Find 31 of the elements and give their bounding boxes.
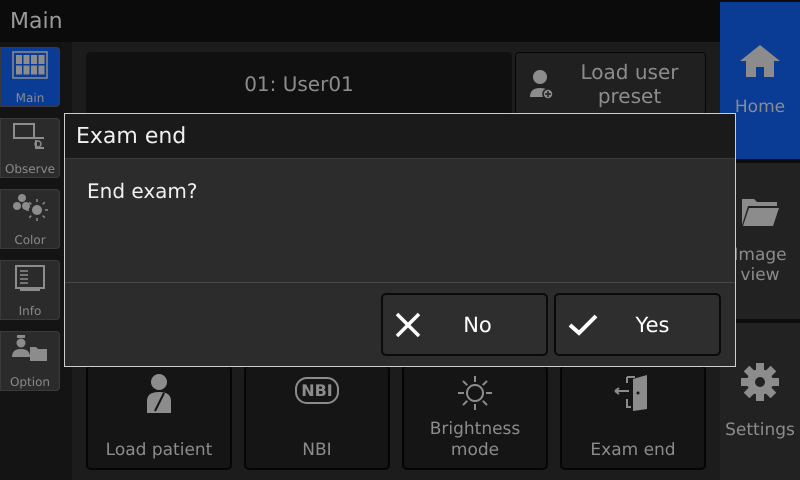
nav-button[interactable]: Home — [720, 2, 800, 159]
screen-title: Main — [10, 8, 63, 34]
action-button[interactable]: Exam end — [560, 365, 706, 470]
home-icon — [738, 43, 782, 80]
sun-icon — [455, 373, 495, 413]
dialog-button[interactable]: No — [381, 293, 548, 356]
dialog-button[interactable]: Yes — [554, 293, 721, 356]
dialog-title: Exam end — [76, 124, 186, 148]
nbi-logo: NBI — [295, 377, 339, 404]
sidebar-tab[interactable]: Info — [0, 260, 60, 320]
doctor-folder-icon — [10, 335, 50, 363]
settings-icon — [740, 362, 780, 402]
user-add-icon — [530, 68, 554, 98]
sidebar-tab[interactable]: Option — [0, 331, 60, 391]
sidebar-tab[interactable]: Observe — [0, 118, 60, 178]
folder-icon — [740, 196, 780, 227]
close-icon — [395, 312, 421, 338]
action-button[interactable]: Load patient — [86, 365, 232, 470]
sidebar-tab[interactable]: Main — [0, 47, 60, 107]
dialog-message: End exam? — [87, 179, 198, 203]
color-icon — [12, 193, 48, 221]
person-icon — [144, 373, 174, 413]
nav-button[interactable]: Settings — [720, 323, 800, 480]
grid-icon — [12, 51, 48, 79]
action-button[interactable]: NBI NBI — [244, 365, 390, 470]
sidebar-tab[interactable]: Color — [0, 189, 60, 249]
check-icon — [568, 314, 598, 336]
info-screen-icon — [12, 264, 48, 292]
user-field: 01: User01 — [86, 52, 512, 115]
load-user-preset-button[interactable]: Load user preset — [515, 52, 706, 115]
action-button[interactable]: Brightness mode — [402, 365, 548, 470]
